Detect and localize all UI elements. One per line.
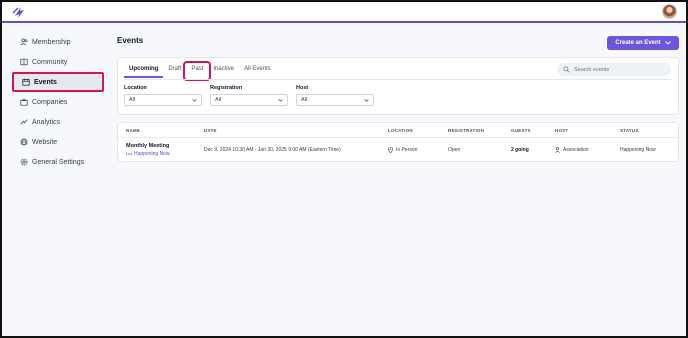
badge-label: Happening Now	[134, 151, 170, 157]
column-header-status: STATUS	[620, 128, 639, 133]
sidebar-item-community[interactable]: Community	[12, 52, 104, 72]
chevron-down-icon	[364, 98, 369, 102]
chevron-down-icon	[278, 98, 283, 102]
location-select[interactable]: All	[124, 94, 202, 106]
tab-upcoming[interactable]: Upcoming	[124, 64, 164, 78]
event-name-link[interactable]: Monthly Meeting	[126, 143, 169, 149]
sidebar-item-label: Events	[34, 78, 57, 86]
top-bar	[2, 2, 686, 23]
search-input[interactable]: Search events	[557, 63, 671, 76]
header-divider	[118, 137, 678, 138]
gear-icon	[20, 158, 28, 166]
filter-label: Host	[296, 85, 309, 91]
host-label: Association	[563, 147, 589, 153]
sidebar-item-website[interactable]: Website	[12, 132, 104, 152]
column-header-host: HOST	[555, 128, 569, 133]
event-guests-link[interactable]: 2 going	[511, 147, 529, 153]
event-date: Dec 9, 2024 10:30 AM - Jan 30, 2025 9:00…	[204, 147, 341, 153]
event-registration: Open	[448, 147, 461, 153]
sidebar-item-membership[interactable]: Membership	[12, 32, 104, 52]
event-host: Association	[555, 147, 589, 153]
sidebar-item-label: Website	[32, 138, 58, 146]
user-icon	[555, 147, 560, 153]
create-event-label: Create an Event	[615, 40, 661, 46]
lightning-logo-icon[interactable]	[12, 5, 26, 19]
sidebar-item-label: Analytics	[32, 118, 61, 126]
sidebar-item-label: Membership	[32, 38, 71, 46]
location-label: In Person	[396, 147, 418, 153]
user-avatar[interactable]	[662, 4, 677, 19]
column-header-name: NAME	[126, 128, 141, 133]
column-header-location: LOCATION	[388, 128, 413, 133]
tabs-divider	[124, 79, 672, 80]
app-window: Membership Community Events Companies An…	[0, 0, 688, 338]
filter-label: Location	[124, 85, 147, 91]
host-select[interactable]: All	[296, 94, 374, 106]
book-icon	[20, 58, 28, 66]
chart-icon	[20, 119, 28, 125]
sidebar-item-companies[interactable]: Companies	[12, 92, 104, 112]
broadcast-icon	[126, 152, 132, 156]
column-header-guests: GUESTS	[511, 128, 531, 133]
briefcase-icon	[20, 98, 28, 106]
globe-icon	[20, 138, 28, 146]
column-header-date: DATE	[204, 128, 217, 133]
select-value: All	[129, 97, 136, 103]
event-status: Happening Now	[620, 147, 656, 153]
filter-label: Registration	[210, 85, 243, 91]
search-icon	[563, 66, 570, 73]
sidebar-item-general-settings[interactable]: General Settings	[12, 152, 104, 172]
users-icon	[20, 38, 28, 46]
event-tabs: Upcoming Draft Past Inactive All Events	[124, 61, 276, 81]
tab-all-events[interactable]: All Events	[239, 64, 276, 78]
filter-registration: Registration All	[210, 85, 288, 106]
chevron-down-icon	[192, 98, 197, 102]
sidebar-item-label: Companies	[32, 98, 68, 106]
sidebar: Membership Community Events Companies An…	[12, 32, 104, 172]
calendar-icon	[22, 78, 30, 86]
create-event-button[interactable]: Create an Event	[607, 36, 679, 50]
sidebar-item-events[interactable]: Events	[12, 72, 104, 92]
sidebar-item-label: Community	[32, 58, 68, 66]
tab-inactive[interactable]: Inactive	[208, 64, 239, 78]
tab-past[interactable]: Past	[183, 61, 212, 81]
sidebar-item-label: General Settings	[32, 158, 85, 166]
happening-now-badge: Happening Now	[126, 151, 170, 157]
sidebar-item-analytics[interactable]: Analytics	[12, 112, 104, 132]
events-table: NAME DATE LOCATION REGISTRATION GUESTS H…	[117, 122, 679, 162]
map-pin-icon	[388, 147, 393, 153]
registration-select[interactable]: All	[210, 94, 288, 106]
page-title: Events	[117, 36, 144, 45]
select-value: All	[215, 97, 222, 103]
event-location: In Person	[388, 147, 417, 153]
search-placeholder: Search events	[574, 66, 610, 73]
events-filter-panel: Upcoming Draft Past Inactive All Events …	[117, 57, 679, 115]
column-header-registration: REGISTRATION	[448, 128, 485, 133]
filter-host: Host All	[296, 85, 374, 106]
chevron-down-icon	[664, 41, 671, 45]
tab-draft[interactable]: Draft	[163, 64, 186, 78]
select-value: All	[301, 97, 308, 103]
filter-location: Location All	[124, 85, 202, 106]
